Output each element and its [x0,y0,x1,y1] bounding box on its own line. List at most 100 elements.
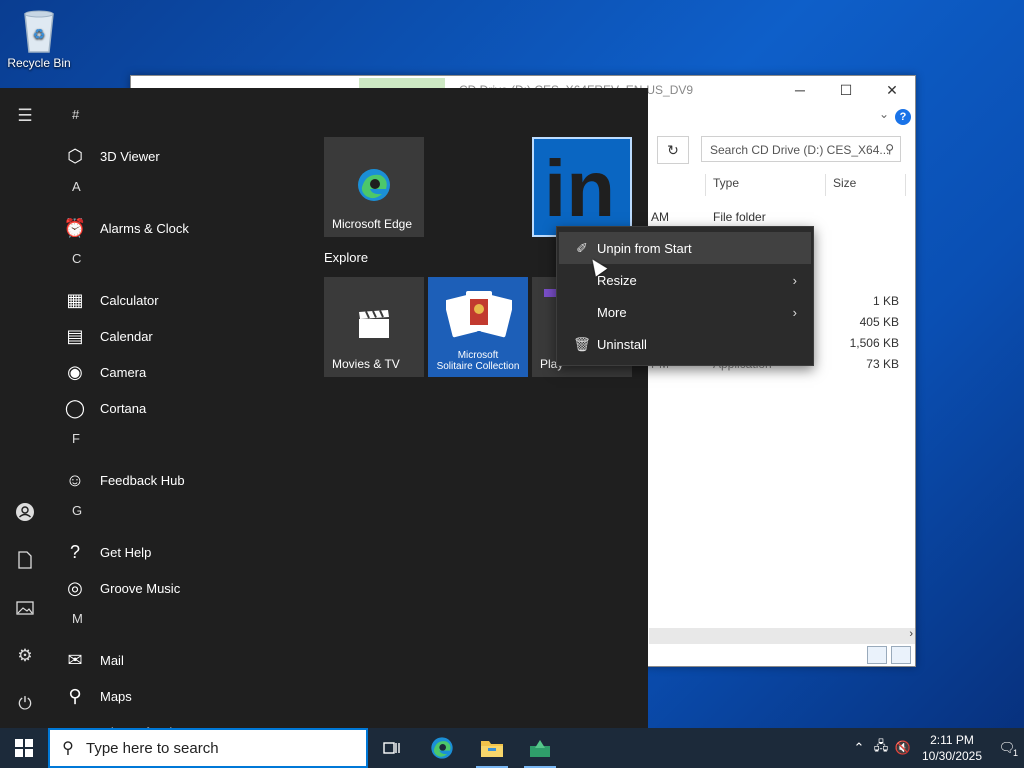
app-list-item-label: Cortana [100,400,147,416]
tile-linkedin[interactable]: in [532,137,632,237]
app-list-letter-header[interactable]: G [58,498,308,534]
explorer-search-input[interactable]: Search CD Drive (D:) CES_X64... ⚲ [701,136,901,162]
taskbar: ⚲ Type here to search ⌃ 🖧 🔇 2:11 PM 10/3… [0,728,1024,768]
help-button[interactable]: ? [895,109,911,125]
taskbar-search-box[interactable]: ⚲ Type here to search [48,728,368,768]
cortana-icon: ◯ [64,397,86,418]
maximize-button[interactable]: ☐ [823,76,869,104]
app-list-item-label: Calendar [100,328,153,344]
tile-label: Microsoft [457,350,499,361]
tile-label: Solitaire Collection [436,361,520,372]
app-list-item[interactable]: ✉ Mail [58,642,308,678]
tile-context-menu[interactable]: ✐ Unpin from Start Resize › More › 🗑 Uni… [556,226,814,366]
row-date-cell: AM [651,210,669,224]
minimize-button[interactable]: ─ [777,76,823,104]
app-list-item[interactable]: ◎ Groove Music [58,570,308,606]
app-list-item[interactable]: ⏰ Alarms & Clock [58,210,308,246]
large-icons-view-icon[interactable] [891,646,911,664]
scroll-right-icon[interactable]: › [909,628,913,640]
close-button[interactable]: ✕ [869,76,915,104]
app-list-letter-header[interactable]: F [58,426,308,462]
taskbar-edge-icon[interactable] [418,728,466,768]
row-size-cell: 73 KB [866,357,899,371]
start-rail: ☰ ⚙ ⏻ [0,88,50,728]
ribbon-expand-icon[interactable]: ⌄ [879,107,889,121]
app-list-letter-header[interactable]: # [58,102,308,138]
mail-icon: ✉ [67,649,83,670]
tile-microsoft-edge[interactable]: Microsoft Edge [324,137,424,237]
taskbar-search-placeholder: Type here to search [86,739,219,757]
notification-count-badge: 1 [1012,748,1018,758]
system-tray: ⌃ 🖧 🔇 2:11 PM 10/30/2025 🗨 1 [848,728,1024,768]
camera-icon: ◉ [67,361,83,382]
power-icon[interactable]: ⏻ [13,692,37,716]
uninstall-menu-item[interactable]: 🗑 Uninstall [559,328,811,360]
recycle-bin-icon: ♻ [19,6,59,54]
column-header-size[interactable]: Size [833,176,856,190]
start-menu[interactable]: ☰ ⚙ ⏻ # ⬡ 3D Viewer A ⏰ Alarms & Clock C ▦ Calcu… [0,88,648,728]
app-list-item[interactable]: ⬡ 3D Viewer [58,138,308,174]
app-list-item[interactable]: ☺ Feedback Hub [58,462,308,498]
clock[interactable]: 2:11 PM 10/30/2025 [914,732,990,764]
app-list-item[interactable]: ▤ Calendar [58,318,308,354]
column-separator [825,174,826,196]
column-header-type[interactable]: Type [713,176,739,190]
submenu-chevron-icon: › [792,272,797,288]
hamburger-menu-icon[interactable]: ☰ [13,104,37,128]
app-list-item-label: Feedback Hub [100,472,185,488]
app-list-letter-header[interactable]: C [58,246,308,282]
search-icon: ⚲ [885,142,894,156]
app-list-item-label: Calculator [100,292,159,308]
tile-label: Microsoft Edge [332,217,413,231]
maps-icon: ⚲ [68,685,82,706]
app-list-letter-header[interactable]: M [58,606,308,642]
edge-icon: ● [62,719,88,729]
pictures-icon[interactable] [13,596,37,620]
app-list-item[interactable]: ? Get Help [58,534,308,570]
documents-icon[interactable] [13,548,37,572]
app-list-item-label: Get Help [100,544,152,560]
refresh-button[interactable]: ↻ [657,136,689,164]
calendar-icon: ▤ [66,325,84,346]
volume-muted-icon[interactable]: 🔇 [892,740,914,756]
user-account-icon[interactable] [13,500,37,524]
tile-solitaire[interactable]: Microsoft Solitaire Collection [428,277,528,377]
settings-gear-icon[interactable]: ⚙ [13,644,37,668]
row-size-cell: 1,506 KB [849,336,899,350]
unpin-icon: ✐ [576,239,588,256]
app-list-item[interactable]: ⚲ Maps [58,678,308,714]
app-list-item-label: 3D Viewer [100,148,160,164]
explorer-search-placeholder: Search CD Drive (D:) CES_X64... [710,143,890,157]
menu-item-label: Unpin from Start [597,240,692,256]
game-icon [544,289,556,297]
app-list-item[interactable]: ◉ Camera [58,354,308,390]
column-separator [905,174,906,196]
app-list-letter-header[interactable]: A [58,174,308,210]
task-view-icon[interactable] [368,728,416,768]
action-center-icon[interactable]: 🗨 1 [990,740,1024,758]
clock-time: 2:11 PM [930,733,974,747]
edge-icon [356,167,392,206]
column-separator [705,174,706,196]
recycle-bin-desktop-icon[interactable]: ♻ Recycle Bin [4,6,74,70]
network-icon[interactable]: 🖧 [870,737,892,759]
search-icon: ⚲ [62,740,74,757]
svg-text:♻: ♻ [33,27,46,43]
tile-label: Movies & TV [332,357,400,371]
show-hidden-icons-chevron-icon[interactable]: ⌃ [848,740,870,756]
taskbar-setup-app-icon[interactable] [516,728,564,768]
app-list-item[interactable]: ▦ Calculator [58,282,308,318]
feedback-icon: ☺ [65,469,85,490]
help-icon: ? [69,541,80,562]
taskbar-file-explorer-icon[interactable] [468,728,516,768]
tile-movies-tv[interactable]: Movies & TV [324,277,424,377]
app-list-item[interactable]: ●Microsoft Edge [58,714,308,729]
menu-item-label: Resize [597,272,637,288]
view-toggle[interactable] [867,646,911,664]
playing-cards-icon [444,287,514,352]
start-button[interactable] [0,728,48,768]
app-list-item[interactable]: ◯ Cortana [58,390,308,426]
more-menu-item[interactable]: More › [559,296,811,328]
horizontal-scrollbar[interactable]: › [649,628,915,644]
details-view-icon[interactable] [867,646,887,664]
